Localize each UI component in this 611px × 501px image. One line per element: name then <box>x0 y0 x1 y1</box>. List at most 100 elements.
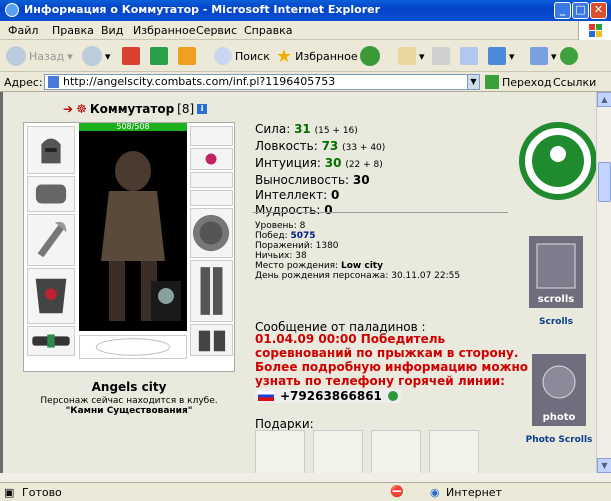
address-input[interactable]: http://angelscity.combats.com/inf.pl?119… <box>44 74 480 90</box>
edit-icon <box>460 47 478 65</box>
go-label: Переход <box>502 75 552 89</box>
info-icon[interactable]: i <box>197 104 208 114</box>
legs-slot[interactable] <box>190 260 233 322</box>
address-url: http://angelscity.combats.com/inf.pl?119… <box>63 75 336 88</box>
minimize-button[interactable]: _ <box>554 2 571 19</box>
stop-button[interactable] <box>122 45 140 67</box>
armor-slot[interactable] <box>27 268 75 324</box>
character-level: [8] <box>177 102 195 116</box>
belt-slot[interactable] <box>27 326 75 356</box>
messenger-icon <box>488 47 506 65</box>
links-button[interactable]: Ссылки <box>553 76 596 89</box>
go-button[interactable]: Переход <box>485 75 552 89</box>
boots-slot[interactable] <box>190 324 233 356</box>
shield-slot[interactable] <box>190 208 233 258</box>
photo-scrolls-image: photo <box>532 354 586 426</box>
clan-badge[interactable] <box>519 120 596 202</box>
svg-text:photo: photo <box>543 412 576 423</box>
gift-item[interactable] <box>313 430 363 473</box>
search-label: Поиск <box>235 49 270 63</box>
scrolls-image: scrolls <box>529 236 583 308</box>
page-done-icon: ▣ <box>4 486 15 499</box>
address-dropdown[interactable]: ▼ <box>467 74 480 90</box>
back-button[interactable]: Назад ▾ <box>6 45 73 67</box>
phone-icon <box>387 391 398 401</box>
gift-item[interactable] <box>255 430 305 473</box>
paladins-message: 01.04.09 00:00 Победитель соревнований п… <box>255 332 529 388</box>
svg-text:scrolls: scrolls <box>538 294 575 305</box>
edit-button[interactable] <box>460 45 478 67</box>
windows-logo-icon <box>578 21 611 40</box>
club-name: "Камни Существования" <box>65 406 193 416</box>
bio-losses: Поражений: 1380 <box>255 241 339 251</box>
search-button[interactable]: Поиск <box>214 45 270 67</box>
stat-row: Выносливость: 30 <box>255 173 370 187</box>
messenger-button[interactable]: ▾ <box>488 45 515 67</box>
menu-view[interactable]: Вид <box>101 24 123 37</box>
scroll-down-button[interactable]: ▼ <box>597 458 611 473</box>
favorites-button[interactable]: ★ Избранное <box>276 45 358 67</box>
menu-file[interactable]: Файл <box>8 24 38 37</box>
page-content: ➔ ☸ Коммутатор [8] i 508/508 Angels city… <box>0 92 596 473</box>
bio-birthplace: Место рождения: Low city <box>255 261 383 271</box>
russia-flag-icon <box>258 391 274 401</box>
vertical-scrollbar[interactable]: ▲ ▼ <box>596 92 611 473</box>
refresh-button[interactable] <box>150 45 168 67</box>
gift-item[interactable] <box>371 430 421 473</box>
menu-tools[interactable]: Сервис <box>196 24 237 37</box>
character-name: Коммутатор <box>89 102 175 116</box>
gift-item[interactable] <box>429 430 479 473</box>
msn-button[interactable] <box>560 45 578 67</box>
mail-icon <box>398 47 416 65</box>
go-arrow-icon <box>485 75 499 89</box>
research-button[interactable]: ▾ <box>530 45 557 67</box>
print-icon <box>432 47 450 65</box>
menu-help[interactable]: Справка <box>244 24 292 37</box>
star-icon: ★ <box>276 45 293 67</box>
scroll-slots[interactable] <box>190 190 233 206</box>
private-arrow-icon[interactable]: ➔ <box>63 102 73 116</box>
phone-number: +79263866861 <box>280 389 382 403</box>
status-text: Готово <box>22 486 62 499</box>
bracers-slot[interactable] <box>27 176 75 212</box>
stat-row: Ловкость: 73 (33 + 40) <box>255 139 386 153</box>
home-button[interactable] <box>178 45 196 67</box>
internet-zone-icon: ◉ <box>430 486 440 499</box>
amulet-slot[interactable] <box>190 148 233 170</box>
stat-row: Мудрость: 0 <box>255 203 333 217</box>
menu-bar: Файл Правка Вид Избранное Сервис Справка <box>0 21 611 40</box>
search-icon <box>214 47 232 65</box>
status-bar: ▣ Готово ⛔ ◉ Интернет <box>0 482 611 501</box>
forward-button[interactable]: ▾ <box>82 45 111 67</box>
close-button[interactable]: ✕ <box>590 2 607 19</box>
maximize-button[interactable]: □ <box>572 2 589 19</box>
bio-wins: Побед: 5075 <box>255 231 316 241</box>
mail-button[interactable]: ▾ <box>398 45 425 67</box>
print-button[interactable] <box>432 45 450 67</box>
ie-icon <box>5 3 19 17</box>
window-titlebar: Информация о Коммутатор - Microsoft Inte… <box>0 0 611 21</box>
media-icon <box>360 46 380 66</box>
clan-emblem <box>79 335 187 359</box>
menu-favorites[interactable]: Избранное <box>133 24 195 37</box>
ring-slots[interactable] <box>190 172 233 188</box>
scroll-up-button[interactable]: ▲ <box>597 92 611 107</box>
page-icon <box>48 76 59 88</box>
helmet-slot[interactable] <box>27 126 75 174</box>
media-button[interactable] <box>360 45 380 67</box>
scrolls-link[interactable]: scrolls Scrolls <box>523 230 589 327</box>
popup-blocked-icon: ⛔ <box>390 485 404 498</box>
favorites-label: Избранное <box>295 49 358 63</box>
refresh-icon <box>150 47 168 65</box>
club-status: Персонаж сейчас находится в клубе. <box>40 396 218 406</box>
earring-slot[interactable] <box>190 126 233 146</box>
menu-edit[interactable]: Правка <box>52 24 94 37</box>
gifts-label: Подарки: <box>255 417 314 431</box>
horizontal-scrollbar[interactable] <box>0 473 611 482</box>
hp-bar: 508/508 <box>79 123 187 131</box>
weapon-slot[interactable] <box>27 214 75 266</box>
stat-row: Сила: 31 (15 + 16) <box>255 122 358 136</box>
scroll-thumb[interactable] <box>598 162 611 202</box>
stop-icon <box>122 47 140 65</box>
photo-scrolls-link[interactable]: photo Photo Scrolls <box>523 348 595 445</box>
